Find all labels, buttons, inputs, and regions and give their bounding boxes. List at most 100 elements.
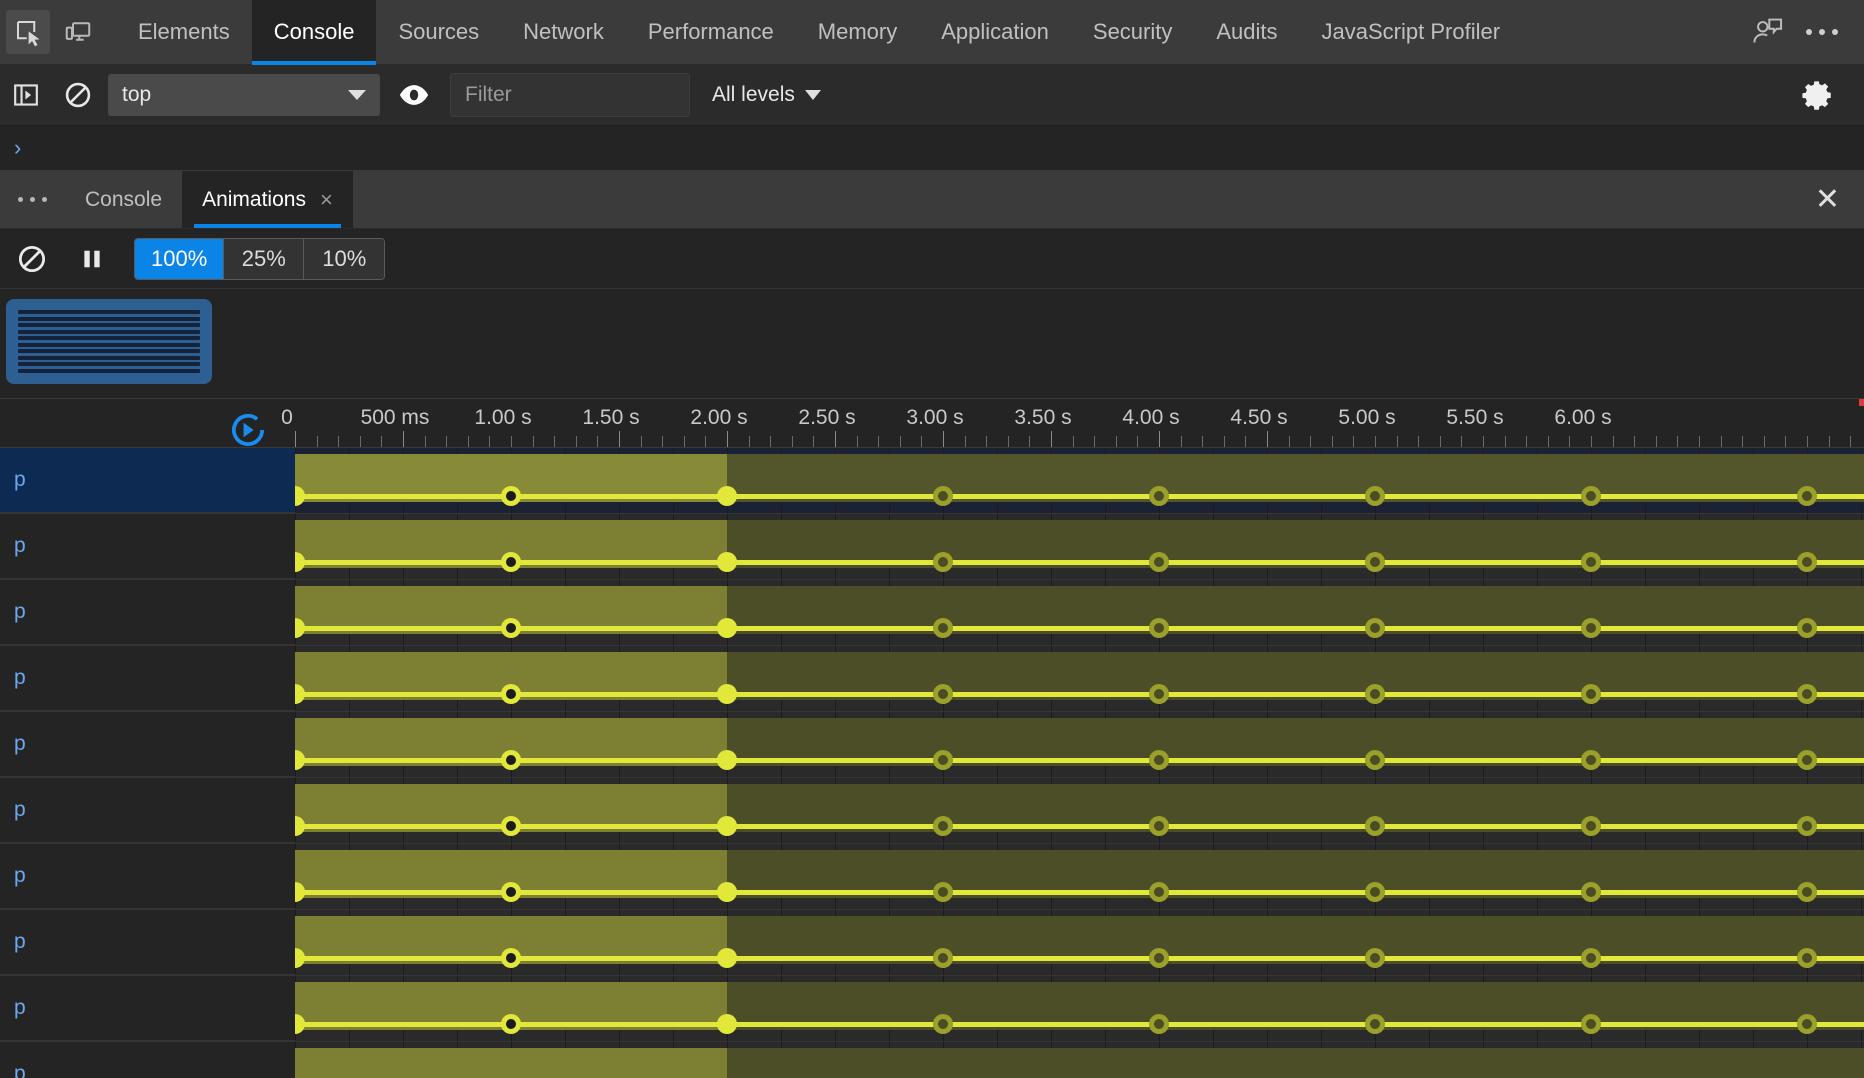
clear-all-animations-icon[interactable] bbox=[4, 231, 60, 287]
animation-node-label[interactable]: p bbox=[0, 844, 295, 909]
keyframe-repeat-end[interactable] bbox=[1149, 1014, 1169, 1034]
tab-javascript-profiler[interactable]: JavaScript Profiler bbox=[1300, 0, 1523, 65]
console-sidebar-icon[interactable] bbox=[0, 69, 52, 121]
speed-100[interactable]: 100% bbox=[135, 238, 225, 279]
tab-memory[interactable]: Memory bbox=[796, 0, 919, 65]
animation-node-label[interactable]: p bbox=[0, 514, 295, 579]
animation-node-label[interactable]: p bbox=[0, 778, 295, 843]
keyframe-repeat-mid[interactable] bbox=[1797, 816, 1817, 836]
keyframe-mid[interactable] bbox=[501, 552, 521, 572]
animation-node-label[interactable]: p bbox=[0, 712, 295, 777]
execution-context-select[interactable]: top bbox=[108, 74, 380, 116]
animation-track[interactable] bbox=[295, 910, 1864, 975]
animation-track[interactable] bbox=[295, 778, 1864, 843]
keyframe-mid[interactable] bbox=[501, 750, 521, 770]
drawer-tab-console[interactable]: Console bbox=[65, 171, 182, 228]
keyframe-repeat-mid[interactable] bbox=[1365, 750, 1385, 770]
keyframe-repeat-end[interactable] bbox=[1149, 486, 1169, 506]
tab-security[interactable]: Security bbox=[1071, 0, 1194, 65]
keyframe-repeat-end[interactable] bbox=[1149, 948, 1169, 968]
keyframe-repeat-end[interactable] bbox=[1149, 684, 1169, 704]
keyframe-repeat-mid[interactable] bbox=[1365, 882, 1385, 902]
more-options-icon[interactable] bbox=[1798, 8, 1846, 56]
keyframe-mid[interactable] bbox=[501, 618, 521, 638]
replay-animation-icon[interactable] bbox=[226, 408, 270, 452]
close-icon[interactable]: × bbox=[320, 188, 333, 211]
speed-25[interactable]: 25% bbox=[224, 238, 305, 279]
animation-row[interactable]: p bbox=[0, 646, 1864, 712]
drawer-tab-animations[interactable]: Animations × bbox=[182, 171, 353, 228]
tab-audits[interactable]: Audits bbox=[1194, 0, 1299, 65]
keyframe-end[interactable] bbox=[717, 486, 737, 506]
animation-row[interactable]: p bbox=[0, 580, 1864, 646]
animation-track[interactable] bbox=[295, 514, 1864, 579]
keyframe-repeat-mid[interactable] bbox=[1365, 816, 1385, 836]
animation-track[interactable] bbox=[295, 1042, 1864, 1078]
keyframe-mid[interactable] bbox=[501, 684, 521, 704]
feedback-person-icon[interactable] bbox=[1744, 8, 1792, 56]
animation-row[interactable]: p bbox=[0, 514, 1864, 580]
keyframe-repeat-mid[interactable] bbox=[1797, 486, 1817, 506]
animation-row[interactable]: p bbox=[0, 712, 1864, 778]
keyframe-repeat-mid[interactable] bbox=[1797, 552, 1817, 572]
keyframe-end[interactable] bbox=[717, 618, 737, 638]
keyframe-repeat-end[interactable] bbox=[1149, 618, 1169, 638]
console-prompt-row[interactable]: › bbox=[0, 126, 1864, 171]
keyframe-repeat-end[interactable] bbox=[1581, 882, 1601, 902]
keyframe-repeat-end[interactable] bbox=[1581, 486, 1601, 506]
keyframe-repeat-mid[interactable] bbox=[933, 684, 953, 704]
animation-row[interactable]: p bbox=[0, 976, 1864, 1042]
keyframe-repeat-mid[interactable] bbox=[933, 618, 953, 638]
keyframe-repeat-mid[interactable] bbox=[1365, 618, 1385, 638]
keyframe-repeat-mid[interactable] bbox=[933, 486, 953, 506]
keyframe-end[interactable] bbox=[717, 750, 737, 770]
tab-sources[interactable]: Sources bbox=[376, 0, 501, 65]
keyframe-end[interactable] bbox=[717, 552, 737, 572]
keyframe-repeat-mid[interactable] bbox=[933, 882, 953, 902]
animation-node-label[interactable]: p bbox=[0, 976, 295, 1041]
animation-track[interactable] bbox=[295, 976, 1864, 1041]
keyframe-mid[interactable] bbox=[501, 882, 521, 902]
animation-track[interactable] bbox=[295, 646, 1864, 711]
keyframe-repeat-end[interactable] bbox=[1581, 552, 1601, 572]
keyframe-repeat-mid[interactable] bbox=[933, 816, 953, 836]
keyframe-repeat-end[interactable] bbox=[1581, 618, 1601, 638]
keyframe-repeat-mid[interactable] bbox=[1797, 882, 1817, 902]
pause-all-icon[interactable] bbox=[64, 231, 120, 287]
tab-performance[interactable]: Performance bbox=[626, 0, 796, 65]
animation-node-label[interactable]: p bbox=[0, 646, 295, 711]
animation-row[interactable]: p bbox=[0, 448, 1864, 514]
clear-console-icon[interactable] bbox=[52, 69, 104, 121]
timeline-ruler[interactable]: 0 500 ms 1.00 s 1.50 s 2.00 s 2.50 s 3.00 s 3.5… bbox=[0, 399, 1864, 448]
tab-elements[interactable]: Elements bbox=[116, 0, 252, 65]
keyframe-end[interactable] bbox=[717, 948, 737, 968]
keyframe-repeat-end[interactable] bbox=[1149, 882, 1169, 902]
keyframe-end[interactable] bbox=[717, 816, 737, 836]
keyframe-repeat-end[interactable] bbox=[1149, 750, 1169, 770]
inspect-element-icon[interactable] bbox=[6, 10, 50, 54]
speed-10[interactable]: 10% bbox=[304, 238, 385, 279]
animation-row[interactable]: p bbox=[0, 910, 1864, 976]
close-drawer-icon[interactable]: ✕ bbox=[1815, 171, 1864, 228]
log-level-select[interactable]: All levels bbox=[712, 83, 821, 107]
keyframe-mid[interactable] bbox=[501, 948, 521, 968]
keyframe-end[interactable] bbox=[717, 1014, 737, 1034]
keyframe-end[interactable] bbox=[717, 882, 737, 902]
animation-track[interactable] bbox=[295, 580, 1864, 645]
keyframe-repeat-end[interactable] bbox=[1581, 1014, 1601, 1034]
keyframe-repeat-mid[interactable] bbox=[933, 552, 953, 572]
keyframe-mid[interactable] bbox=[501, 486, 521, 506]
keyframe-repeat-end[interactable] bbox=[1581, 948, 1601, 968]
animation-row[interactable]: p bbox=[0, 1042, 1864, 1078]
keyframe-repeat-end[interactable] bbox=[1581, 684, 1601, 704]
keyframe-repeat-mid[interactable] bbox=[1365, 1014, 1385, 1034]
keyframe-repeat-mid[interactable] bbox=[1365, 684, 1385, 704]
keyframe-repeat-mid[interactable] bbox=[1797, 684, 1817, 704]
device-toolbar-icon[interactable] bbox=[56, 10, 100, 54]
keyframe-repeat-end[interactable] bbox=[1581, 816, 1601, 836]
animation-node-label[interactable]: p bbox=[0, 448, 295, 513]
keyframe-repeat-mid[interactable] bbox=[1797, 1014, 1817, 1034]
keyframe-end[interactable] bbox=[717, 684, 737, 704]
animation-row[interactable]: p bbox=[0, 844, 1864, 910]
keyframe-repeat-mid[interactable] bbox=[933, 1014, 953, 1034]
